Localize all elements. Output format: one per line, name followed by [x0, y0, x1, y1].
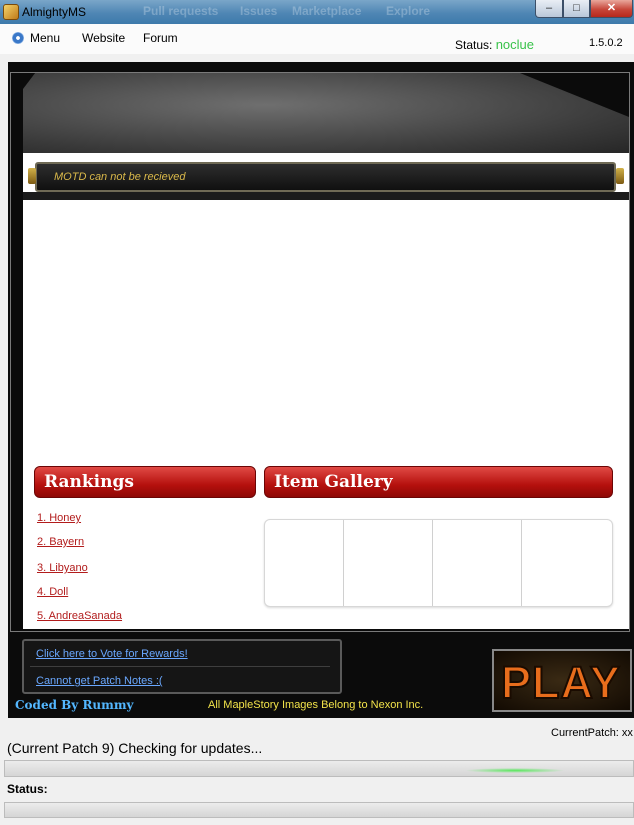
menu-item-menu[interactable]: Menu [30, 31, 60, 45]
ranking-entry[interactable]: 2. Bayern [37, 536, 84, 548]
play-label: PLAY [500, 656, 621, 709]
gear-icon [12, 32, 24, 44]
gallery-divider [343, 520, 344, 606]
rankings-title: Rankings [44, 472, 134, 492]
app-icon [3, 4, 19, 20]
ghost-tab: Pull requests [143, 4, 219, 18]
ranking-entry[interactable]: 1. Honey [37, 512, 81, 524]
ghost-tab: Explore [386, 4, 431, 18]
motd-cap-left [28, 168, 36, 184]
version-label: 1.5.0.2 [589, 37, 623, 49]
menu-item-forum[interactable]: Forum [143, 31, 178, 45]
current-patch-label: CurrentPatch: xx [551, 727, 633, 739]
minimize-button[interactable]: – [535, 0, 563, 18]
item-gallery[interactable] [264, 519, 613, 607]
ranking-entry[interactable]: 3. Libyano [37, 562, 88, 574]
gallery-divider [521, 520, 522, 606]
update-progress-bar [4, 760, 634, 777]
update-status-text: (Current Patch 9) Checking for updates..… [7, 740, 263, 756]
motd-strip [23, 192, 629, 200]
status-progress-bar [4, 802, 634, 818]
footer-status-label: Status: [7, 782, 48, 796]
gallery-title: Item Gallery [274, 472, 393, 492]
menu-item-website[interactable]: Website [82, 31, 125, 45]
ranking-entry[interactable]: 4. Doll [37, 586, 68, 598]
patch-notes-link[interactable]: Cannot get Patch Notes :( [36, 675, 163, 687]
gallery-divider [432, 520, 433, 606]
motd-text: MOTD can not be recieved [54, 171, 186, 183]
server-status: Status: noclue [455, 37, 534, 52]
rankings-header: Rankings [34, 466, 256, 498]
maximize-button[interactable]: □ [563, 0, 590, 18]
status-label: Status: [455, 38, 493, 52]
title-bar: AlmightyMS Pull requests Issues Marketpl… [0, 0, 634, 24]
gallery-header: Item Gallery [264, 466, 613, 498]
motd-cap-right [616, 168, 624, 184]
ghost-tab: Issues [240, 4, 278, 18]
menu-bar: Menu Website Forum Status: noclue 1.5.0.… [0, 24, 634, 54]
progress-marquee [465, 768, 565, 773]
ranking-entry[interactable]: 5. AndreaSanada [37, 610, 122, 622]
ghost-tab: Marketplace [292, 4, 362, 18]
play-button[interactable]: PLAY [492, 649, 632, 712]
status-value: noclue [495, 37, 535, 52]
close-button[interactable]: ✕ [590, 0, 633, 18]
banner-image [23, 73, 629, 153]
credit-text: Coded By Rummy [15, 698, 134, 712]
vote-link[interactable]: Click here to Vote for Rewards! [36, 648, 188, 660]
disclaimer-text: All MapleStory Images Belong to Nexon In… [208, 699, 424, 711]
window-title: AlmightyMS [22, 5, 87, 19]
links-divider [30, 666, 330, 667]
